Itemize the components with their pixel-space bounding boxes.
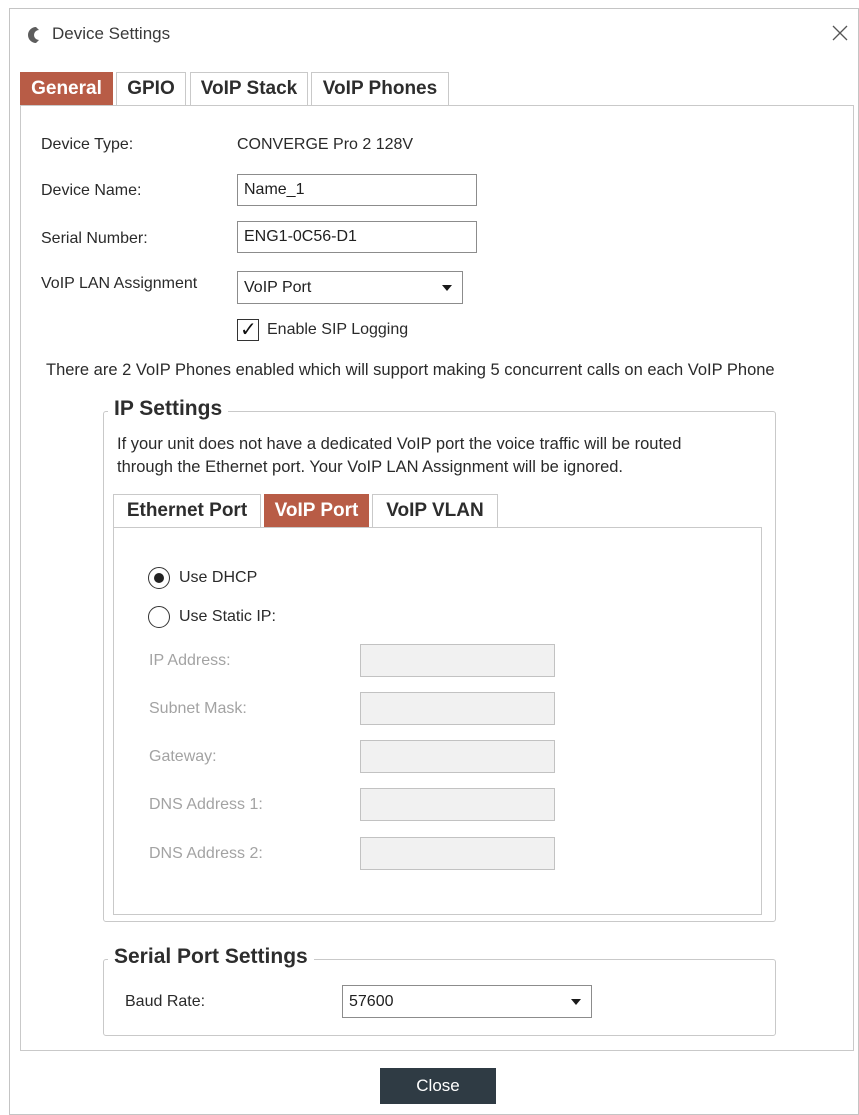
sip-logging-checkbox[interactable]: ✓ (237, 319, 259, 341)
app-logo-icon (28, 27, 39, 43)
tab-voip-stack[interactable]: VoIP Stack (190, 72, 308, 105)
use-static-ip-radio[interactable] (148, 606, 170, 628)
gateway-label: Gateway: (149, 748, 217, 765)
voip-info-text: There are 2 VoIP Phones enabled which wi… (46, 361, 775, 379)
tab-voip-port[interactable]: VoIP Port (264, 494, 369, 527)
baud-rate-value: 57600 (349, 993, 394, 1010)
dns2-label: DNS Address 2: (149, 845, 263, 862)
serial-number-field[interactable]: ENG1-0C56-D1 (237, 221, 477, 253)
device-type-label: Device Type: (41, 136, 134, 153)
serial-port-title: Serial Port Settings (108, 945, 314, 969)
title-bar: Device Settings (10, 9, 858, 61)
ip-settings-desc-1: If your unit does not have a dedicated V… (117, 435, 682, 453)
subnet-mask-label: Subnet Mask: (149, 700, 247, 717)
ip-address-field[interactable] (360, 644, 555, 677)
gateway-field[interactable] (360, 740, 555, 773)
voip-lan-value: VoIP Port (244, 279, 312, 296)
baud-rate-select[interactable]: 57600 (342, 985, 592, 1018)
dns2-field[interactable] (360, 837, 555, 870)
checkmark-icon: ✓ (240, 319, 257, 341)
close-button[interactable]: Close (380, 1068, 496, 1104)
voip-port-panel: Use DHCP Use Static IP: IP Address: Subn… (113, 527, 762, 915)
use-dhcp-radio[interactable] (148, 567, 170, 589)
device-settings-dialog: Device Settings General GPIO VoIP Stack … (9, 8, 859, 1115)
chevron-down-icon (442, 285, 452, 291)
serial-port-group: Serial Port Settings Baud Rate: 57600 (103, 945, 776, 1036)
ip-settings-group: IP Settings If your unit does not have a… (103, 397, 776, 922)
tab-voip-phones[interactable]: VoIP Phones (311, 72, 449, 105)
serial-number-label: Serial Number: (41, 230, 148, 247)
subnet-mask-field[interactable] (360, 692, 555, 725)
ip-settings-title: IP Settings (108, 397, 229, 421)
voip-lan-label: VoIP LAN Assignment (41, 275, 198, 292)
dns1-field[interactable] (360, 788, 555, 821)
baud-rate-label: Baud Rate: (125, 993, 206, 1010)
tab-voip-vlan[interactable]: VoIP VLAN (372, 494, 498, 527)
use-dhcp-label: Use DHCP (179, 569, 258, 586)
ip-settings-desc-2: through the Ethernet port. Your VoIP LAN… (117, 458, 624, 476)
sip-logging-label: Enable SIP Logging (267, 321, 409, 338)
tab-gpio[interactable]: GPIO (116, 72, 186, 105)
device-name-label: Device Name: (41, 182, 142, 199)
close-icon[interactable] (828, 21, 852, 45)
tab-ethernet-port[interactable]: Ethernet Port (113, 494, 261, 527)
chevron-down-icon (571, 999, 581, 1005)
tab-general[interactable]: General (20, 72, 113, 105)
device-name-field[interactable]: Name_1 (237, 174, 477, 206)
ip-address-label: IP Address: (149, 652, 231, 669)
window-title: Device Settings (52, 24, 171, 43)
dns1-label: DNS Address 1: (149, 796, 263, 813)
voip-lan-select[interactable]: VoIP Port (237, 271, 463, 304)
general-panel: Device Type: CONVERGE Pro 2 128V Device … (20, 105, 854, 1051)
use-static-ip-label: Use Static IP: (179, 608, 276, 625)
device-type-value: CONVERGE Pro 2 128V (237, 136, 414, 153)
